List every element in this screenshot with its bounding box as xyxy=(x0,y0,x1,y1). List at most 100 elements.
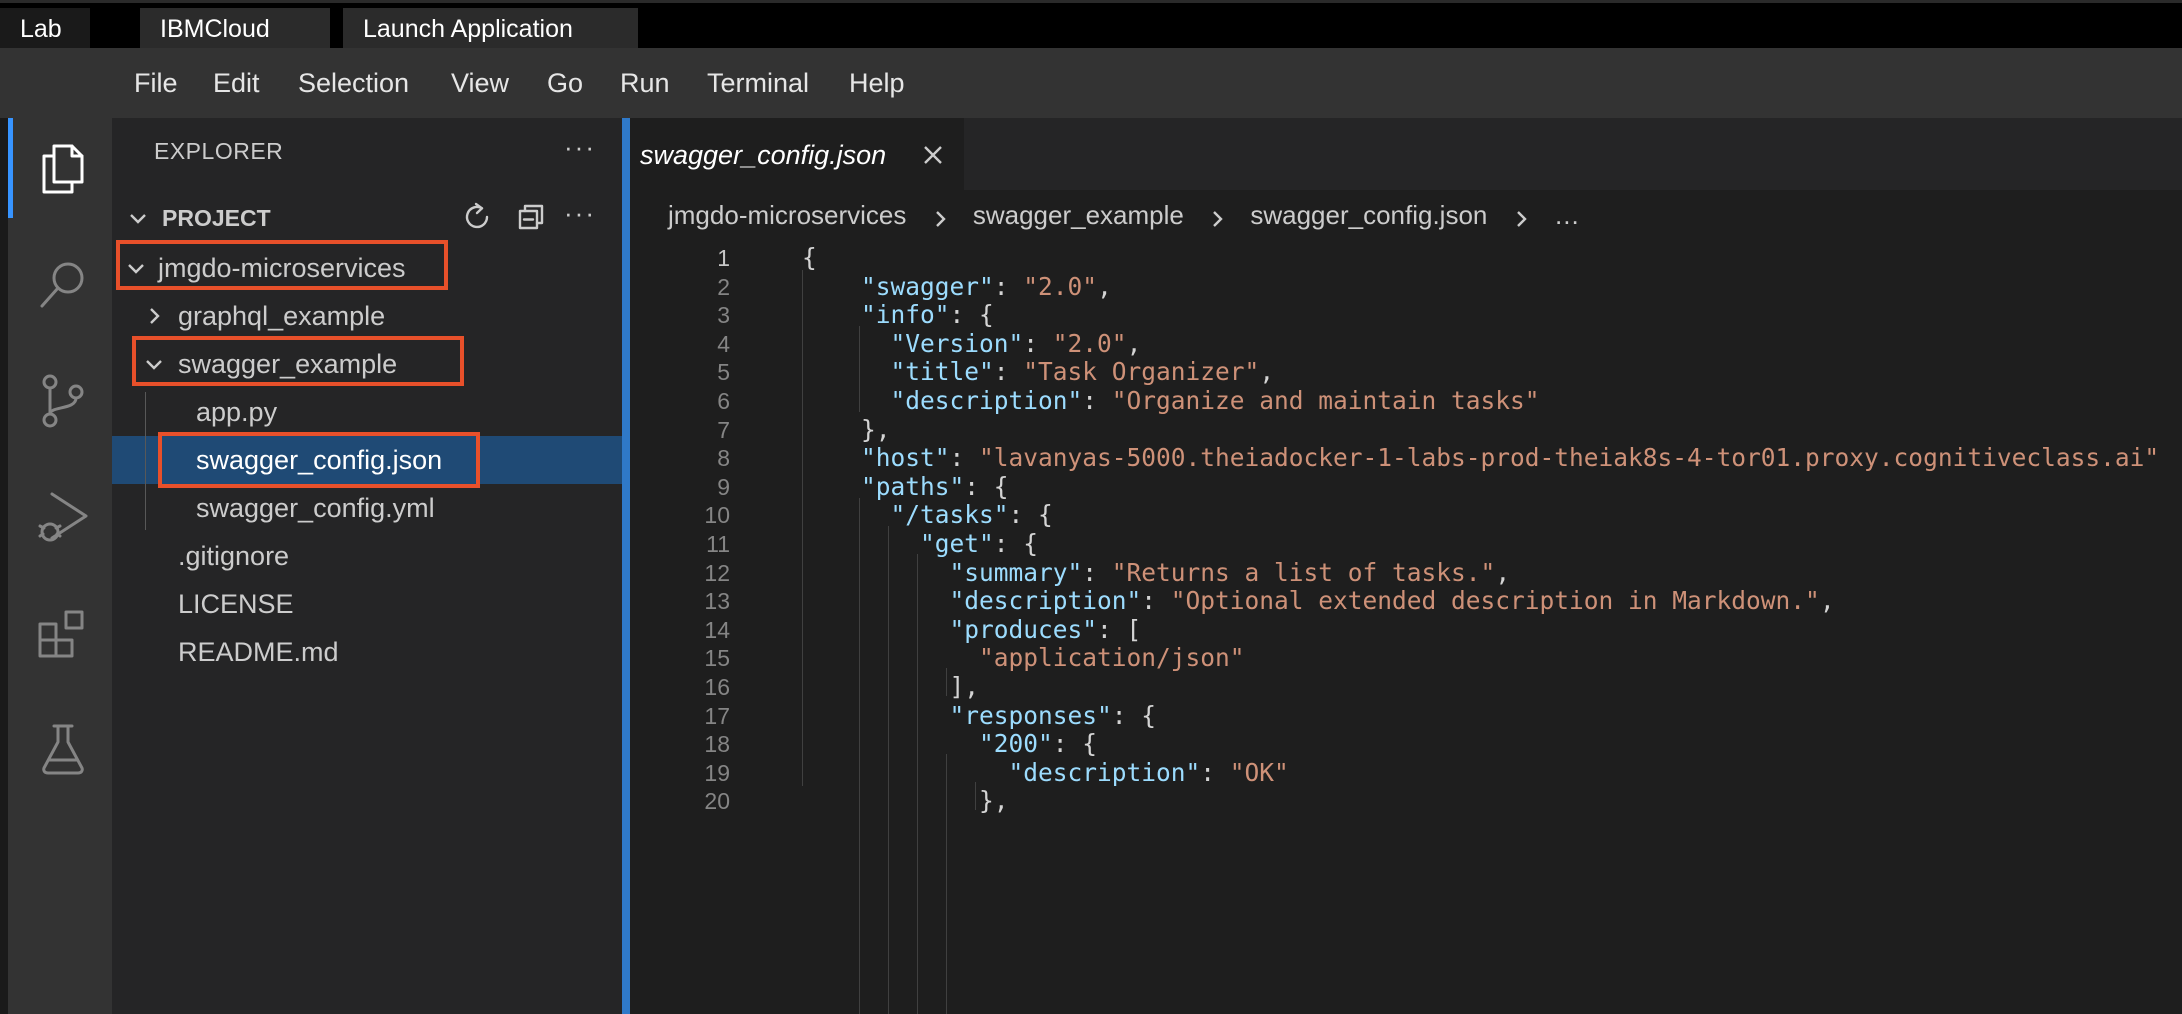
active-view-indicator xyxy=(8,118,13,218)
line-number: 7 xyxy=(717,416,730,443)
browser-tab-label: IBMCloud xyxy=(160,15,270,43)
code-line: 3 "info": { xyxy=(630,301,2182,329)
json-punctuation: : { xyxy=(1111,700,1157,730)
chevron-right-icon xyxy=(144,306,164,326)
code-text: "summary": "Returns a list of tasks.", xyxy=(802,557,1511,587)
json-punctuation xyxy=(802,558,950,587)
line-number: 12 xyxy=(704,559,730,586)
browser-tab-launch-application[interactable]: Launch Application xyxy=(343,8,638,51)
annotation-box-config-file xyxy=(158,432,480,488)
browser-tab-lab[interactable]: Lab xyxy=(0,8,90,51)
annotation-box-swagger-folder xyxy=(132,336,464,386)
breadcrumb-item[interactable]: jmgdo-microservices xyxy=(668,200,906,231)
line-number: 3 xyxy=(717,302,730,329)
code-text: "host": "lavanyas-5000.theiadocker-1-lab… xyxy=(802,444,2159,472)
line-number: 17 xyxy=(704,702,730,729)
code-text: "get": { xyxy=(802,530,1038,558)
line-number: 4 xyxy=(717,330,730,357)
close-icon[interactable] xyxy=(920,142,946,168)
json-punctuation xyxy=(802,357,891,386)
code-line: 8 "host": "lavanyas-5000.theiadocker-1-l… xyxy=(630,444,2182,472)
code-line: 1{ xyxy=(630,244,2182,272)
breadcrumb-item[interactable]: … xyxy=(1554,200,1580,231)
line-number: 14 xyxy=(704,616,730,643)
menu-edit[interactable]: Edit xyxy=(213,48,260,118)
json-punctuation: : xyxy=(1082,386,1112,415)
tree-file-swagger-config-yml[interactable]: swagger_config.yml xyxy=(112,484,622,532)
json-punctuation: , xyxy=(1097,271,1112,301)
json-punctuation: : xyxy=(1141,586,1171,616)
menu-view[interactable]: View xyxy=(451,48,509,118)
browser-tab-label: Lab xyxy=(20,15,62,43)
code-line: 12 "summary": "Returns a list of tasks."… xyxy=(630,557,2182,587)
line-number: 6 xyxy=(717,388,730,414)
json-punctuation xyxy=(802,443,861,472)
json-punctuation: : xyxy=(949,443,980,473)
menu-go[interactable]: Go xyxy=(547,48,583,118)
collapse-all-icon[interactable] xyxy=(514,200,548,234)
run-debug-icon[interactable] xyxy=(32,486,94,548)
breadcrumb-item[interactable]: swagger_example xyxy=(973,200,1184,231)
menu-run[interactable]: Run xyxy=(620,48,670,118)
editor-tab-swagger-config-json[interactable]: swagger_config.json xyxy=(630,118,964,190)
json-punctuation: : [ xyxy=(1097,614,1142,644)
json-punctuation xyxy=(802,300,861,329)
json-punctuation: ], xyxy=(802,672,980,701)
menu-file[interactable]: File xyxy=(134,48,178,118)
search-icon[interactable] xyxy=(32,254,94,316)
activity-bar xyxy=(0,118,112,1014)
json-key: "description" xyxy=(949,586,1142,616)
menu-help[interactable]: Help xyxy=(849,48,905,118)
code-line: 5 "title": "Task Organizer", xyxy=(630,358,2182,386)
code-text: "Version": "2.0", xyxy=(802,328,1142,358)
tree-file-gitignore[interactable]: .gitignore xyxy=(112,532,622,580)
code-text: "responses": { xyxy=(802,700,1157,730)
breadcrumb-item[interactable]: swagger_config.json xyxy=(1250,200,1487,231)
tree-file-readme[interactable]: README.md xyxy=(112,628,622,676)
json-punctuation xyxy=(802,272,861,301)
line-number: 5 xyxy=(717,359,730,386)
explorer-icon[interactable] xyxy=(32,138,94,200)
browser-tab-ibmcloud[interactable]: IBMCloud xyxy=(140,8,330,51)
code-line: 2 "swagger": "2.0", xyxy=(630,271,2182,301)
tree-indent-guide xyxy=(145,392,146,530)
tree-item-label: .gitignore xyxy=(178,541,290,571)
json-key: "description" xyxy=(1008,757,1201,787)
refresh-icon[interactable] xyxy=(460,200,494,234)
code-line: 17 "responses": { xyxy=(630,700,2182,730)
project-more-actions-icon[interactable]: ··· xyxy=(564,198,596,229)
code-editor[interactable]: 1{2 "swagger": "2.0", 3 "info": {4 "Versi… xyxy=(630,238,2182,1014)
json-punctuation: : xyxy=(1023,328,1053,358)
line-number: 16 xyxy=(704,674,730,700)
line-number: 15 xyxy=(704,645,730,672)
json-key: "get" xyxy=(920,529,994,558)
code-text: "title": "Task Organizer", xyxy=(802,357,1275,386)
code-text: "produces": [ xyxy=(802,614,1142,644)
source-control-icon[interactable] xyxy=(32,370,94,432)
chevron-right-icon xyxy=(1207,205,1227,227)
json-punctuation: , xyxy=(1126,328,1142,358)
tree-item-label: swagger_config.yml xyxy=(196,493,435,523)
json-string: "Returns a list of tasks." xyxy=(1111,557,1496,587)
json-string: "lavanyas-5000.theiadocker-1-labs-prod-t… xyxy=(979,443,2160,473)
json-punctuation xyxy=(802,701,950,730)
menu-terminal[interactable]: Terminal xyxy=(707,48,809,118)
code-line: 14 "produces": [ xyxy=(630,614,2182,644)
json-string: "application/json" xyxy=(979,643,1245,673)
tree-file-license[interactable]: LICENSE xyxy=(112,580,622,628)
chevron-right-icon xyxy=(930,205,950,227)
menu-selection[interactable]: Selection xyxy=(298,48,409,118)
tree-folder-graphql-example[interactable]: graphql_example xyxy=(112,292,622,340)
project-section-header[interactable]: PROJECT ··· xyxy=(112,196,622,240)
explorer-more-actions-icon[interactable]: ··· xyxy=(564,132,596,163)
json-punctuation xyxy=(802,586,950,615)
json-key: "200" xyxy=(979,729,1053,759)
tree-file-app-py[interactable]: app.py xyxy=(112,388,622,436)
json-punctuation xyxy=(802,529,920,558)
json-punctuation: : { xyxy=(964,471,1009,501)
testing-icon[interactable] xyxy=(32,718,94,780)
line-number: 9 xyxy=(717,473,730,500)
project-section-label: PROJECT xyxy=(162,205,271,231)
extensions-icon[interactable] xyxy=(32,602,94,664)
line-number: 1 xyxy=(717,245,730,271)
